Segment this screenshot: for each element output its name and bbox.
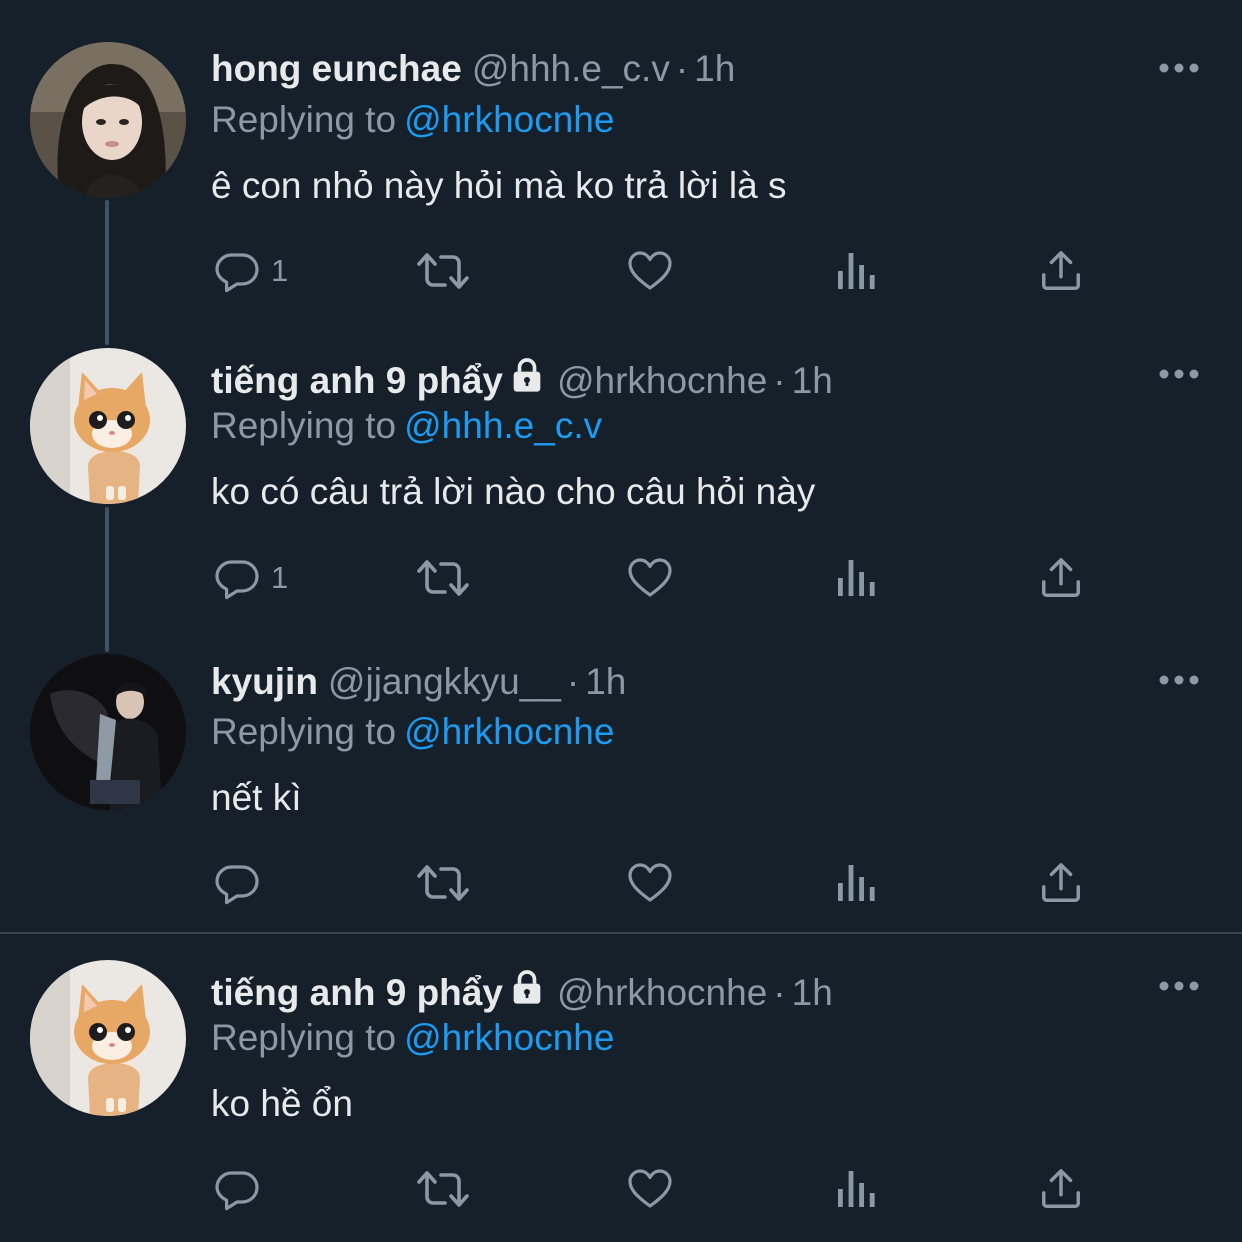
tweet-header: tiếng anh 9 phẩy @hrkhocnhe · 1h [211,967,833,1015]
user-handle[interactable]: @hrkhocnhe [557,972,767,1013]
replying-to-mention[interactable]: @hrkhocnhe [404,1017,614,1058]
views-button[interactable] [834,1164,878,1214]
display-name[interactable]: tiếng anh 9 phẩy [211,972,503,1013]
avatar[interactable] [30,960,186,1116]
thread-timeline: hong eunchae @hhh.e_c.v · 1h Replying to @hr… [0,0,1242,1242]
tweet[interactable]: tiếng anh 9 phẩy @hrkhocnhe · 1h Replying t… [0,0,1242,1242]
share-upload-icon [1042,1169,1080,1208]
tweet-actions [0,1164,1242,1214]
timestamp[interactable]: 1h [792,972,833,1013]
share-button[interactable] [1038,1164,1084,1214]
more-dots-icon[interactable] [1158,979,1200,993]
views-bar-chart-icon [838,1171,875,1207]
replying-to-line: Replying to @hrkhocnhe [211,1016,614,1060]
reply-button[interactable] [213,1164,271,1214]
retweet-icon [417,1171,469,1207]
retweet-button[interactable] [415,1164,471,1214]
separator-dot: · [773,972,786,1013]
heart-icon [628,1169,672,1208]
reply-bubble-icon [215,1171,259,1211]
like-button[interactable] [625,1164,675,1214]
lock-icon [513,970,541,1004]
replying-to-label: Replying to [211,1017,397,1058]
tweet-text: ko hề ổn [211,1083,353,1124]
